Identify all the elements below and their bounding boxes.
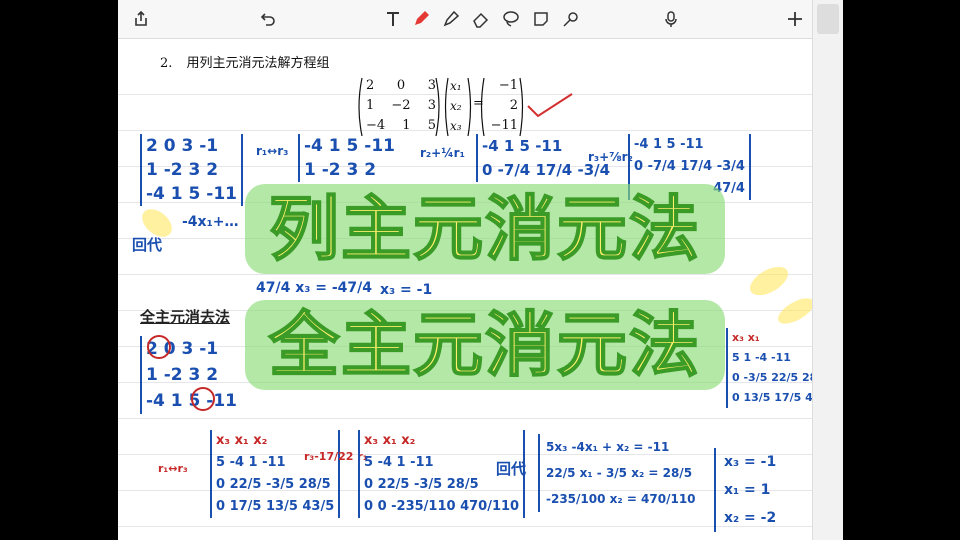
pen-icon[interactable] xyxy=(408,6,434,32)
problem-heading: 2. 用列主元消元法解方程组 xyxy=(160,52,330,71)
problem-number: 2. xyxy=(160,56,173,71)
undo-icon[interactable] xyxy=(254,6,280,32)
text-tool-icon[interactable] xyxy=(380,6,406,32)
matrix-row: 203 xyxy=(366,78,436,93)
row-operation-label: r₂+¼r₁ xyxy=(420,146,465,160)
matrix-row: 1 −2 3 xyxy=(366,98,436,113)
equals-sign: = xyxy=(473,96,484,111)
row-operation-label: r₃+⅞r₂ xyxy=(588,150,633,164)
page-thumbnail[interactable] xyxy=(817,4,839,34)
page-thumbnail-strip xyxy=(812,0,843,540)
share-icon[interactable] xyxy=(128,6,154,32)
handwritten-answers: x₃ = -1 x₁ = 1 x₂ = -2 xyxy=(714,448,776,532)
red-checkmark xyxy=(527,93,573,118)
row-operation-label: r₁↔r₃ xyxy=(256,144,289,158)
handwritten-equation: -4x₁+… xyxy=(182,214,239,230)
highlighter-icon[interactable] xyxy=(438,6,464,32)
pivot-circle xyxy=(147,335,171,359)
rhs-vector: −1 2 −11 xyxy=(490,78,518,133)
handwritten-matrix-6: x₃ x₁ x₂ 5 -4 1 -11 0 22/5 -3/5 28/5 0 17/5… xyxy=(210,430,341,518)
coefficient-matrix: 203 1 −2 3 −4 1 5 xyxy=(366,76,436,136)
matrix-row: −4 1 5 xyxy=(366,118,436,133)
note-page[interactable]: 2. 用列主元消元法解方程组 203 1 −2 3 −4 1 5 x₁ x₂ x₃ xyxy=(118,38,839,540)
row-swap-label: r₁↔r₃ xyxy=(158,462,188,475)
back-substitution-label: 回代 xyxy=(132,236,163,254)
overlay-title-full-pivot: 全主元消元法 xyxy=(245,300,725,390)
lasso-icon[interactable] xyxy=(498,6,524,32)
add-icon[interactable] xyxy=(782,6,808,32)
handwritten-system: 5x₃ -4x₁ + x₂ = -11 22/5 x₁ - 3/5 x₂ = 28… xyxy=(538,434,696,512)
handwritten-equation: 47/4 x₃ = -47/4 xyxy=(256,280,372,296)
problem-title: 用列主元消元法解方程组 xyxy=(186,56,330,71)
pivot-circle xyxy=(191,387,215,411)
toolbar xyxy=(118,0,842,39)
variable-vector: x₁ x₂ x₃ xyxy=(450,79,462,133)
sticker-icon[interactable] xyxy=(528,6,554,32)
handwritten-matrix-1: 2 0 3 -1 1 -2 3 2 -4 1 5 -11 xyxy=(140,134,244,206)
eraser-icon[interactable] xyxy=(468,6,494,32)
back-substitution-label: 回代 xyxy=(496,460,527,478)
overlay-title-partial-pivot: 列主元消元法 xyxy=(245,184,725,274)
handwritten-matrix-2: -4 1 5 -11 1 -2 3 2 xyxy=(298,134,399,182)
handwritten-solution: x₃ = -1 xyxy=(380,282,433,298)
full-pivot-label: 全主元消去法 xyxy=(140,308,231,326)
laser-icon[interactable] xyxy=(558,6,584,32)
microphone-icon[interactable] xyxy=(658,6,684,32)
